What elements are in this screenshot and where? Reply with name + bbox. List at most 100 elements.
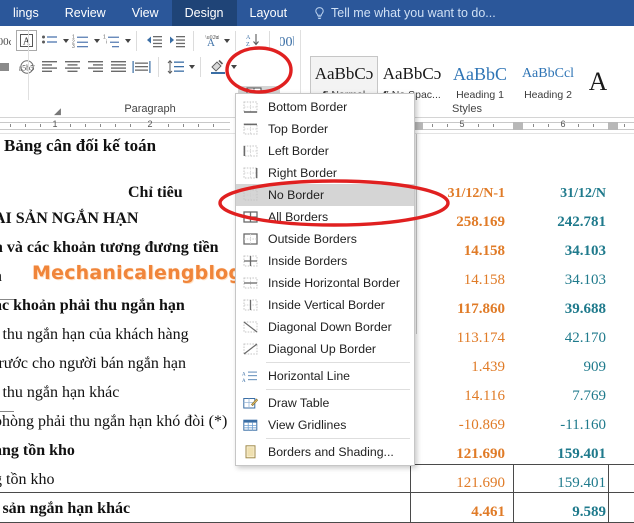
row-curr-0: 242.781 <box>557 214 606 230</box>
numbering-dropdown-arrow[interactable] <box>94 38 100 43</box>
align-center-icon[interactable] <box>62 56 83 77</box>
svg-text:\u00b6: \u00b6 <box>280 35 294 48</box>
inside-vertical-border-icon <box>239 296 261 314</box>
decrease-indent-icon[interactable] <box>143 30 164 51</box>
row-prev-2: 14.158 <box>463 272 505 288</box>
row-label-6: i thu ngắn hạn khác <box>0 384 120 401</box>
ruler-tick <box>168 124 169 127</box>
style-next-partial-sample: A <box>588 72 608 92</box>
toolbar-divider <box>235 30 236 51</box>
shading-icon[interactable] <box>207 56 228 77</box>
text-shading-icon[interactable] <box>0 56 14 77</box>
borders-dropdown-menu[interactable]: Bottom Border Top Border Left Border Rig… <box>235 93 415 466</box>
svg-text:3: 3 <box>72 43 75 47</box>
menu-item-borders-and-shading[interactable]: Borders and Shading... <box>236 441 414 463</box>
align-right-icon[interactable] <box>85 56 106 77</box>
page-right-edge-rule <box>416 134 417 334</box>
group-divider-1 <box>28 30 29 100</box>
phonetic-dropdown-arrow[interactable] <box>224 38 230 43</box>
menu-item-bottom-border[interactable]: Bottom Border <box>236 96 414 118</box>
menu-item-left-border[interactable]: Left Border <box>236 140 414 162</box>
line-spacing-dropdown-arrow[interactable] <box>189 64 195 69</box>
row-label-2: n <box>0 268 2 286</box>
ruler-tick <box>115 124 116 127</box>
bottom-border-icon <box>239 98 261 116</box>
tell-me-search[interactable]: Tell me what you want to do... <box>300 6 496 20</box>
ruler-tick <box>85 124 86 127</box>
toolbar-divider <box>193 30 194 51</box>
show-formatting-marks-icon[interactable]: \u00b6 <box>276 30 297 51</box>
text-effects-icon[interactable]: \u00c0 <box>0 30 14 51</box>
table-hrule-4 <box>410 492 634 493</box>
row-curr-2: 34.103 <box>564 272 606 288</box>
menu-item-no-border[interactable]: No Border <box>236 184 414 206</box>
line-spacing-icon[interactable] <box>165 56 186 77</box>
menu-item-draw-table[interactable]: Draw Table <box>236 392 414 414</box>
ruler-tick <box>130 124 131 127</box>
row-curr-3: 39.688 <box>564 301 606 317</box>
tab-review[interactable]: Review <box>52 0 119 26</box>
menu-item-right-border[interactable]: Right Border <box>236 162 414 184</box>
phonetic-guide-icon[interactable]: A\u02c7\u02c7 <box>200 30 221 51</box>
bullets-dropdown-arrow[interactable] <box>63 38 69 43</box>
style-heading-2-label: Heading 2 <box>524 88 572 101</box>
ruler-tick <box>578 124 579 127</box>
increase-indent-icon[interactable] <box>166 30 187 51</box>
paragraph-row-1: 123 1i A\u02c7\u02c7 AZ <box>38 30 298 51</box>
menu-item-inside-horizontal-border[interactable]: Inside Horizontal Border <box>236 272 414 294</box>
tab-design[interactable]: Design <box>171 0 237 26</box>
style-heading-2[interactable]: AaBbCcl Heading 2 <box>514 56 582 108</box>
style-heading-1[interactable]: AaBbC Heading 1 <box>446 56 514 108</box>
row-label-9: g tồn kho <box>0 471 55 488</box>
menu-item-outside-borders[interactable]: Outside Borders <box>236 228 414 250</box>
multilevel-dropdown-arrow[interactable] <box>125 38 131 43</box>
table-marker-left <box>0 299 14 300</box>
style-heading-1-label: Heading 1 <box>456 88 504 101</box>
ruler-tick <box>533 124 534 127</box>
svg-text:\u5b57: \u5b57 <box>19 63 35 72</box>
menu-item-horizontal-line-label: Horizontal Line <box>268 369 351 383</box>
tab-layout[interactable]: Layout <box>237 0 301 26</box>
ruler-tick <box>593 124 594 127</box>
style-next-partial[interactable]: A <box>582 56 614 108</box>
menu-item-diagonal-up-border[interactable]: Diagonal Up Border <box>236 338 414 360</box>
align-left-icon[interactable] <box>39 56 60 77</box>
borders-and-shading-icon <box>239 443 261 461</box>
inside-horizontal-border-icon <box>239 274 261 292</box>
justify-icon[interactable] <box>108 56 129 77</box>
distributed-icon[interactable] <box>131 56 152 77</box>
menu-item-all-borders[interactable]: All Borders <box>236 206 414 228</box>
menu-separator-3 <box>266 438 410 439</box>
character-border-icon[interactable]: A <box>16 30 37 51</box>
tab-mailings[interactable]: lings <box>0 0 52 26</box>
view-gridlines-icon <box>239 416 261 434</box>
font-group-row1: \u00c0 A <box>0 30 38 51</box>
bullets-icon[interactable] <box>39 30 60 51</box>
svg-text:Z: Z <box>246 42 250 48</box>
table-vrule-3 <box>608 464 609 523</box>
menu-item-inside-vertical-border[interactable]: Inside Vertical Border <box>236 294 414 316</box>
numbering-icon[interactable]: 123 <box>70 30 91 51</box>
menu-item-diagonal-up-border-label: Diagonal Up Border <box>268 342 377 356</box>
row-prev-7: -10.869 <box>458 417 505 433</box>
shading-dropdown-arrow[interactable] <box>231 64 237 69</box>
ruler-tick <box>40 124 41 127</box>
paragraph-dialog-launcher[interactable]: ◢ <box>54 106 61 117</box>
enclose-characters-icon[interactable]: \u5b57 <box>16 56 37 77</box>
row-prev-3: 117.860 <box>457 301 505 317</box>
toolbar-divider <box>269 30 270 51</box>
tab-view[interactable]: View <box>119 0 172 26</box>
menu-item-inside-borders[interactable]: Inside Borders <box>236 250 414 272</box>
multilevel-list-icon[interactable]: 1i <box>101 30 122 51</box>
column-header-label: Chỉ tiêu <box>128 184 183 201</box>
menu-item-bottom-border-label: Bottom Border <box>268 100 348 114</box>
sort-icon[interactable]: AZ <box>242 30 263 51</box>
row-label-5: trước cho người bán ngắn hạn <box>0 355 186 372</box>
column-header-prev: 31/12/N-1 <box>447 186 505 201</box>
menu-item-horizontal-line[interactable]: AA Horizontal Line <box>236 365 414 387</box>
all-borders-icon <box>239 208 261 226</box>
menu-item-diagonal-down-border[interactable]: Diagonal Down Border <box>236 316 414 338</box>
menu-item-top-border[interactable]: Top Border <box>236 118 414 140</box>
menu-item-view-gridlines[interactable]: View Gridlines <box>236 414 414 436</box>
ruler-tick <box>25 124 26 127</box>
